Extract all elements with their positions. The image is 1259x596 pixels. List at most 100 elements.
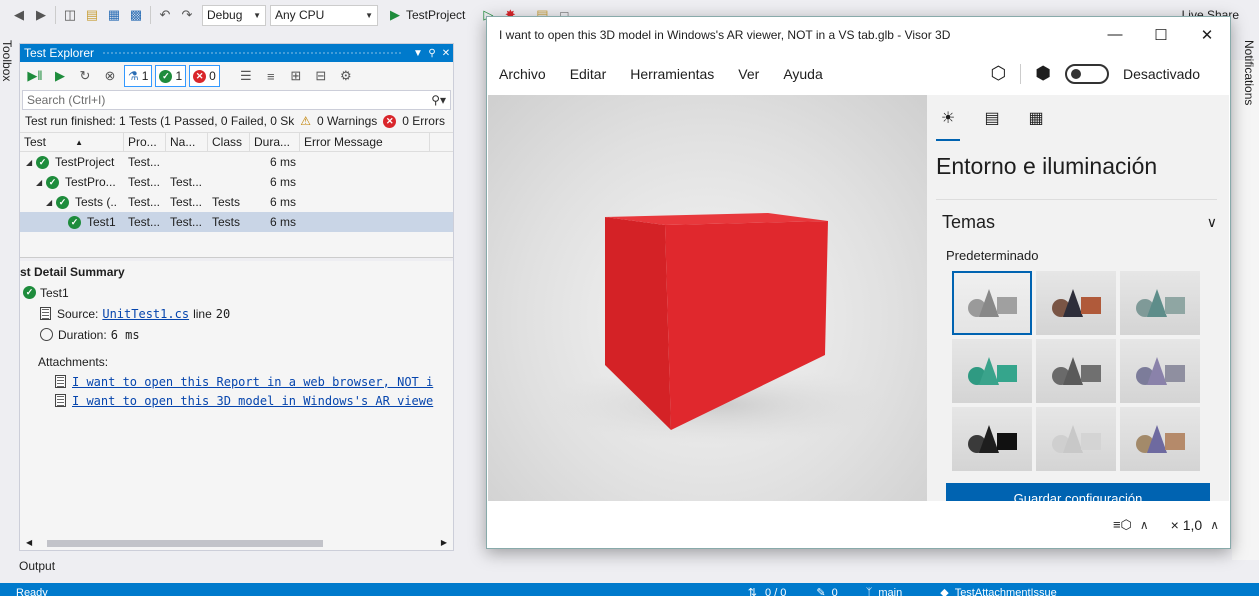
menu-archivo[interactable]: Archivo: [499, 66, 546, 82]
detail-title: st Detail Summary: [20, 265, 125, 279]
expand-all-icon[interactable]: ⊞: [285, 65, 307, 87]
configuration-select[interactable]: Debug ▼: [202, 4, 266, 26]
attachment-link[interactable]: I want to open this Report in a web brow…: [72, 375, 433, 389]
save-icon[interactable]: ▦: [103, 4, 125, 26]
column-test[interactable]: Test ▲: [20, 133, 124, 151]
scroll-right-icon[interactable]: ▶: [441, 538, 447, 547]
redo-icon[interactable]: ↷: [176, 4, 198, 26]
dropdown-icon[interactable]: ▼: [411, 48, 425, 59]
open-folder-icon[interactable]: ▤: [81, 4, 103, 26]
3d-scene[interactable]: [488, 95, 927, 501]
theme-thumbnail[interactable]: [1036, 271, 1116, 335]
3d-model-icon[interactable]: ⬡: [991, 63, 1007, 84]
status-lines[interactable]: 0 / 0: [765, 583, 786, 596]
menu-ver[interactable]: Ver: [738, 66, 759, 82]
maximize-icon[interactable]: ☐: [1138, 26, 1184, 44]
passed-icon: ✓: [68, 215, 81, 229]
grid-tab-icon[interactable]: ▦: [1025, 107, 1047, 129]
divider: [150, 6, 151, 24]
column-class[interactable]: Class: [208, 133, 250, 151]
chevron-up-icon[interactable]: ∧: [1210, 518, 1219, 532]
failed-tests-filter[interactable]: ✕ 0: [189, 65, 220, 87]
status-branch[interactable]: main: [878, 583, 902, 596]
status-ready: Ready: [16, 587, 48, 596]
minimize-icon[interactable]: —: [1092, 26, 1138, 43]
cube-render: [548, 213, 888, 445]
save-all-icon[interactable]: ▩: [125, 4, 147, 26]
run-target-button[interactable]: TestProject: [406, 8, 465, 22]
expand-icon[interactable]: ◢: [46, 198, 56, 207]
column-namespace[interactable]: Na...: [166, 133, 208, 151]
theme-thumbnail[interactable]: [1120, 407, 1200, 471]
theme-thumbnail[interactable]: [1036, 339, 1116, 403]
chevron-up-icon[interactable]: ∧: [1140, 518, 1149, 532]
theme-thumbnail[interactable]: [952, 339, 1032, 403]
close-icon[interactable]: ✕: [1184, 26, 1230, 44]
collapse-all-icon[interactable]: ⊟: [310, 65, 332, 87]
theme-thumbnail[interactable]: [1120, 339, 1200, 403]
attachment-item: I want to open this 3D model in Windows'…: [20, 391, 453, 410]
source-file-link[interactable]: UnitTest1.cs: [102, 307, 189, 321]
forward-icon[interactable]: ▶: [30, 4, 52, 26]
splitter[interactable]: [20, 257, 453, 261]
menu-herramientas[interactable]: Herramientas: [630, 66, 714, 82]
settings-icon[interactable]: ⚙: [335, 65, 357, 87]
close-icon[interactable]: ✕: [439, 48, 453, 59]
test-detail-summary: st Detail Summary ✓ Test1 Source: UnitTe…: [20, 262, 453, 410]
passed-icon: ✓: [46, 175, 59, 189]
new-project-icon[interactable]: ◫: [59, 4, 81, 26]
run-all-icon[interactable]: ▶‖: [24, 65, 46, 87]
theme-thumbnail[interactable]: [952, 271, 1032, 335]
platform-select[interactable]: Any CPU ▼: [270, 4, 378, 26]
passed-tests-filter[interactable]: ✓ 1: [155, 65, 187, 87]
themes-expander[interactable]: Temas ∨: [927, 204, 1229, 240]
column-project[interactable]: Pro...: [124, 133, 166, 151]
drag-grip[interactable]: [102, 50, 403, 56]
repeat-run-icon[interactable]: ↻: [74, 65, 96, 87]
table-row-selected[interactable]: ✓ Test1 Test... Test... Tests 6 ms: [20, 212, 453, 232]
menu-editar[interactable]: Editar: [570, 66, 607, 82]
warning-icon: ⚠: [300, 114, 312, 128]
theme-thumbnail[interactable]: [1036, 407, 1116, 471]
stats-tab-icon[interactable]: ▤: [981, 107, 1003, 129]
table-row[interactable]: ◢ ✓ TestPro... Test... Test... 6 ms: [20, 172, 453, 192]
expand-icon[interactable]: ◢: [26, 158, 36, 167]
status-errors[interactable]: 0: [832, 583, 838, 596]
status-bar: Ready ⇅ 0 / 0 ✎ 0 ᛉ main ◆ TestAttachmen…: [0, 583, 1259, 596]
pin-icon[interactable]: ⚲: [425, 48, 439, 59]
status-repo[interactable]: TestAttachmentIssue: [955, 583, 1057, 596]
group-by-icon[interactable]: ≡: [260, 65, 282, 87]
run-icon[interactable]: ▶: [384, 4, 406, 26]
expand-icon[interactable]: ◢: [36, 178, 46, 187]
horizontal-scrollbar[interactable]: ◀ ▶: [20, 535, 453, 550]
menu-ayuda[interactable]: Ayuda: [783, 66, 822, 82]
table-row[interactable]: ◢ ✓ Tests (.. Test... Test... Tests 6 ms: [20, 192, 453, 212]
animation-icon[interactable]: ≡⬡: [1113, 517, 1132, 533]
table-row[interactable]: ◢ ✓ TestProject Test... 6 ms: [20, 152, 453, 172]
save-settings-button[interactable]: Guardar configuración: [946, 483, 1210, 501]
fail-icon: ✕: [193, 69, 207, 83]
notifications-tab[interactable]: Notifications: [1242, 40, 1256, 105]
lighting-tab-icon[interactable]: ☀: [936, 107, 960, 141]
theme-thumbnail[interactable]: [1120, 271, 1200, 335]
search-input[interactable]: Search (Ctrl+I) ⚲▾: [22, 90, 451, 110]
scroll-left-icon[interactable]: ◀: [26, 538, 32, 547]
undo-icon[interactable]: ↶: [154, 4, 176, 26]
mixed-reality-icon[interactable]: ⬢: [1035, 63, 1051, 84]
scrollbar-thumb[interactable]: [47, 540, 323, 547]
mixed-reality-toggle[interactable]: [1064, 63, 1109, 84]
cancel-icon[interactable]: ⊗: [99, 65, 121, 87]
attachments-label: Attachments:: [38, 354, 109, 369]
output-tab[interactable]: Output: [19, 559, 55, 573]
detail-source: Source: UnitTest1.cs line 20: [20, 303, 453, 324]
column-duration[interactable]: Dura...: [250, 133, 300, 151]
toolbox-tab[interactable]: Toolbox: [0, 40, 14, 81]
attachment-link[interactable]: I want to open this 3D model in Windows'…: [72, 394, 433, 408]
back-icon[interactable]: ◀: [8, 4, 30, 26]
theme-thumbnail[interactable]: [952, 407, 1032, 471]
column-error-message[interactable]: Error Message: [300, 133, 430, 151]
total-tests-filter[interactable]: ⚗ 1: [124, 65, 153, 87]
playlist-icon[interactable]: ☰: [235, 65, 257, 87]
run-icon[interactable]: ▶: [49, 65, 71, 87]
default-label: Predeterminado: [946, 248, 1039, 263]
